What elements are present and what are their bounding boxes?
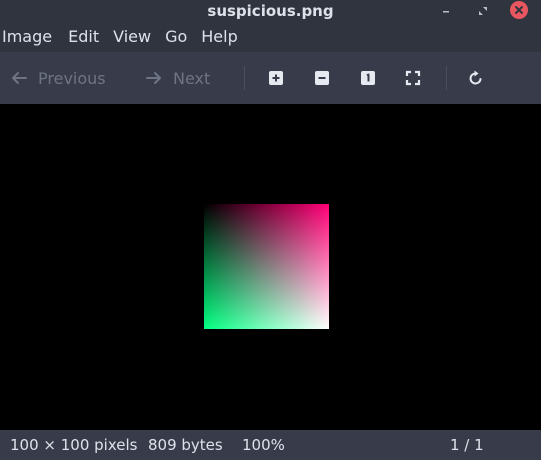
- restore-icon: [479, 7, 487, 15]
- title-bar[interactable]: suspicious.png: [0, 0, 541, 22]
- menu-go[interactable]: Go: [158, 22, 194, 52]
- zoom-in-icon: [269, 71, 283, 85]
- toolbar-separator: [446, 66, 447, 90]
- actual-size-icon: [361, 71, 375, 85]
- next-label: Next: [173, 68, 211, 88]
- fit-window-button[interactable]: [401, 52, 425, 104]
- close-button[interactable]: [510, 1, 528, 19]
- zoom-level: 100%: [242, 436, 285, 454]
- minimize-icon: [443, 11, 449, 13]
- displayed-image: [204, 204, 329, 329]
- menu-view[interactable]: View: [106, 22, 158, 52]
- minimize-button[interactable]: [437, 0, 455, 22]
- zoom-out-icon: [315, 71, 329, 85]
- actual-size-button[interactable]: [356, 52, 380, 104]
- image-canvas[interactable]: [0, 104, 541, 430]
- previous-button[interactable]: Previous: [11, 52, 106, 104]
- toolbar: Previous Next: [0, 52, 541, 104]
- previous-label: Previous: [38, 68, 106, 88]
- menu-bar: Image Edit View Go Help: [0, 22, 541, 52]
- menu-edit[interactable]: Edit: [61, 22, 106, 52]
- zoom-in-button[interactable]: [264, 52, 288, 104]
- rotate-button[interactable]: [464, 52, 488, 104]
- zoom-out-button[interactable]: [310, 52, 334, 104]
- window-title: suspicious.png: [207, 2, 334, 20]
- image-viewer-window: suspicious.png Image Edit View Go Help P…: [0, 0, 541, 460]
- status-bar: 100 × 100 pixels 809 bytes 100% 1 / 1: [0, 430, 541, 460]
- toolbar-separator: [244, 66, 245, 90]
- next-button[interactable]: Next: [146, 52, 210, 104]
- restore-button[interactable]: [474, 0, 492, 22]
- fit-window-icon: [405, 70, 421, 86]
- menu-image[interactable]: Image: [0, 22, 61, 52]
- close-icon: [515, 6, 523, 14]
- file-size: 809 bytes: [148, 436, 223, 454]
- image-position: 1 / 1: [450, 436, 484, 454]
- arrow-right-icon: [146, 72, 161, 84]
- arrow-left-icon: [12, 72, 27, 84]
- rotate-icon: [469, 70, 482, 85]
- menu-help[interactable]: Help: [194, 22, 244, 52]
- image-dimensions: 100 × 100 pixels: [10, 436, 138, 454]
